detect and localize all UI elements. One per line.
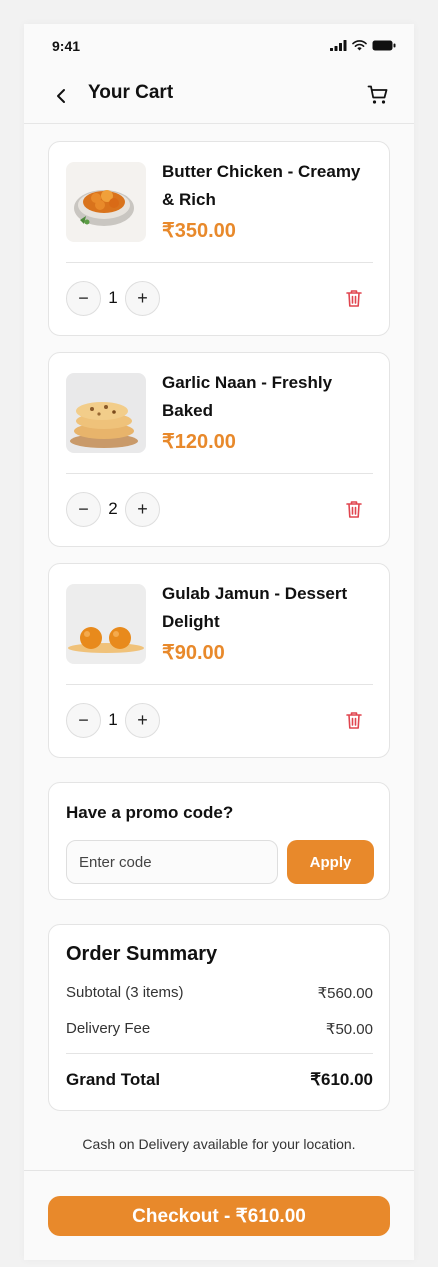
signal-icon xyxy=(330,40,347,51)
divider xyxy=(66,473,373,474)
back-button[interactable] xyxy=(50,85,72,107)
page-title: Your Cart xyxy=(88,82,174,103)
item-name: Garlic Naan - Freshly Baked xyxy=(162,373,333,420)
quantity-stepper: − 1 + xyxy=(66,702,160,738)
garlic-naan-image xyxy=(66,373,146,453)
wifi-icon xyxy=(352,40,367,51)
quantity-stepper: − 2 + xyxy=(66,491,160,527)
subtotal-value: ₹560.00 xyxy=(317,985,373,1002)
butter-chicken-image xyxy=(66,162,146,242)
quantity-stepper: − 1 + xyxy=(66,280,160,316)
delivery-fee-value: ₹50.00 xyxy=(325,1021,373,1038)
quantity-value: 1 xyxy=(108,288,118,307)
promo-title: Have a promo code? xyxy=(66,803,234,822)
gulab-jamun-image xyxy=(66,584,146,664)
cart-item-card: Gulab Jamun - Dessert Delight ₹90.00 − 1… xyxy=(48,563,390,758)
delete-item-button[interactable] xyxy=(343,287,365,309)
order-summary-card: Order Summary Subtotal (3 items) ₹560.00… xyxy=(48,924,390,1111)
delivery-fee-label: Delivery Fee xyxy=(66,1020,151,1037)
cart-item-card: Butter Chicken - Creamy & Rich ₹350.00 −… xyxy=(48,141,390,336)
checkout-footer: Checkout - ₹610.00 xyxy=(24,1170,414,1260)
decrement-button[interactable]: − xyxy=(66,280,101,316)
divider xyxy=(66,1053,373,1054)
increment-button[interactable]: + xyxy=(125,702,160,738)
summary-title: Order Summary xyxy=(66,943,218,965)
delivery-fee-row: Delivery Fee ₹50.00 xyxy=(66,1020,373,1038)
trash-icon xyxy=(346,290,362,307)
item-price: ₹90.00 xyxy=(162,642,225,664)
increment-button[interactable]: + xyxy=(125,280,160,316)
divider xyxy=(66,684,373,685)
item-name: Gulab Jamun - Dessert Delight xyxy=(162,584,348,631)
chevron-left-icon xyxy=(57,89,65,103)
cart-icon xyxy=(367,85,388,104)
apply-button[interactable]: Apply xyxy=(287,840,374,884)
subtotal-row: Subtotal (3 items) ₹560.00 xyxy=(66,984,373,1002)
app-header: Your Cart xyxy=(24,68,414,124)
trash-icon xyxy=(346,712,362,729)
cod-note: Cash on Delivery available for your loca… xyxy=(82,1136,356,1152)
app-screen: 9:41 Your Cart Butter Chicken - Creamy &… xyxy=(24,24,414,1260)
grand-total-row: Grand Total ₹610.00 xyxy=(66,1070,373,1090)
status-bar: 9:41 xyxy=(24,24,414,68)
decrement-button[interactable]: − xyxy=(66,702,101,738)
delete-item-button[interactable] xyxy=(343,498,365,520)
item-name: Butter Chicken - Creamy & Rich xyxy=(162,162,361,209)
quantity-value: 1 xyxy=(108,710,118,729)
delete-item-button[interactable] xyxy=(343,709,365,731)
status-icons xyxy=(330,40,396,51)
item-price: ₹350.00 xyxy=(162,220,236,242)
subtotal-label: Subtotal (3 items) xyxy=(66,984,184,1001)
battery-icon xyxy=(372,40,396,51)
quantity-value: 2 xyxy=(108,499,118,518)
checkout-button[interactable]: Checkout - ₹610.00 xyxy=(48,1196,390,1236)
trash-icon xyxy=(346,501,362,518)
promo-card: Have a promo code? Apply xyxy=(48,782,390,900)
status-time: 9:41 xyxy=(52,38,81,54)
cart-item-card: Garlic Naan - Freshly Baked ₹120.00 − 2 … xyxy=(48,352,390,547)
grand-total-value: ₹610.00 xyxy=(310,1070,373,1089)
cart-button[interactable] xyxy=(366,83,390,107)
item-price: ₹120.00 xyxy=(162,431,236,453)
promo-code-input[interactable] xyxy=(66,840,278,884)
grand-total-label: Grand Total xyxy=(66,1070,161,1089)
divider xyxy=(66,262,373,263)
increment-button[interactable]: + xyxy=(125,491,160,527)
decrement-button[interactable]: − xyxy=(66,491,101,527)
